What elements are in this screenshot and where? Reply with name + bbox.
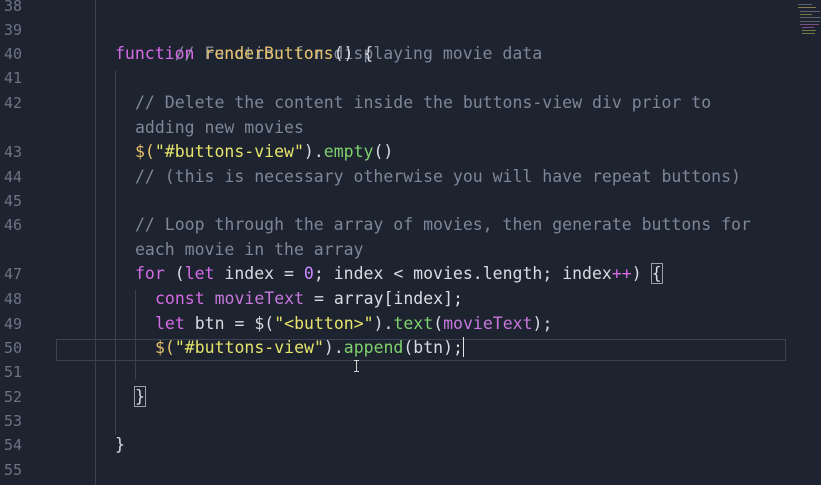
- minimap-line: [802, 30, 816, 31]
- text-caret: [462, 337, 464, 357]
- punctuation: (): [373, 142, 394, 161]
- code-line-47: for (let index = 0; index < movies.lengt…: [135, 262, 663, 286]
- operator: ++: [611, 264, 632, 283]
- code-line-44: // (this is necessary otherwise you will…: [135, 165, 741, 189]
- comment: // Delete the content inside the buttons…: [135, 93, 712, 112]
- variable: movieText: [443, 314, 533, 333]
- punctuation: btn = $(: [184, 314, 275, 333]
- code-editor[interactable]: 38 39 40 41 42 43 44 45 46 47 48 49 50 5…: [0, 0, 821, 485]
- minimap-line: [800, 17, 821, 18]
- variable: movieText: [214, 289, 305, 308]
- code-line-40: function renderButtons() {: [115, 42, 373, 66]
- punctuation: (: [164, 264, 185, 283]
- method: text: [393, 314, 434, 333]
- comment: // Loop through the array of movies, the…: [135, 215, 751, 234]
- code-line-52: }: [134, 385, 146, 409]
- minimap-line: [802, 33, 815, 34]
- punctuation: ): [631, 264, 652, 283]
- function-name: renderButtons: [204, 44, 334, 63]
- string: "<button>": [274, 314, 374, 333]
- minimap-line: [800, 14, 812, 15]
- string: "#buttons-view": [154, 142, 304, 161]
- punctuation: (: [433, 314, 444, 333]
- code-line-46-wrap: each movie in the array: [135, 238, 363, 262]
- string: "#buttons-view": [174, 338, 324, 357]
- code-line-42: // Delete the content inside the buttons…: [135, 91, 711, 115]
- minimap-line: [802, 27, 814, 28]
- punctuation: = array[index];: [304, 289, 463, 308]
- punctuation: ; index < movies.length; index: [313, 264, 612, 283]
- keyword: function: [115, 44, 195, 63]
- keyword: for: [135, 264, 165, 283]
- punctuation: ).: [303, 142, 324, 161]
- punctuation: (btn);: [403, 338, 463, 357]
- comment: adding new movies: [135, 118, 304, 137]
- punctuation: () {: [333, 44, 374, 63]
- code-line-43: $("#buttons-view").empty(): [135, 140, 393, 164]
- minimap-line: [800, 21, 820, 22]
- code-line-42-wrap: adding new movies: [135, 116, 304, 140]
- minimap[interactable]: [795, 0, 821, 40]
- code-line-48: const movieText = array[index];: [155, 287, 463, 311]
- keyword: const: [155, 289, 205, 308]
- jquery-call: $(: [135, 142, 155, 161]
- punctuation: }: [115, 435, 125, 454]
- code-line-49: let btn = $("<button>").text(movieText);: [155, 312, 552, 336]
- matched-bracket: {: [650, 263, 663, 284]
- minimap-line: [800, 11, 820, 12]
- jquery-call: $(: [155, 338, 175, 357]
- punctuation: index =: [214, 264, 304, 283]
- code-line-50: $("#buttons-view").append(btn);: [155, 336, 464, 360]
- method: append: [343, 338, 404, 357]
- punctuation: ).: [323, 338, 344, 357]
- minimap-line: [798, 4, 812, 5]
- comment: // (this is necessary otherwise you will…: [135, 167, 741, 186]
- code-line-39: // Function for displaying movie data: [115, 18, 543, 63]
- matched-bracket: }: [134, 386, 146, 407]
- code-area[interactable]: // Function for displaying movie data fu…: [0, 0, 821, 485]
- punctuation: ).: [373, 314, 394, 333]
- mouse-ibeam-cursor-icon: [354, 360, 360, 372]
- punctuation: );: [532, 314, 553, 333]
- comment: each movie in the array: [135, 240, 364, 259]
- minimap-line: [800, 24, 819, 25]
- code-line-54: }: [115, 433, 125, 457]
- number: 0: [303, 264, 314, 283]
- keyword: let: [155, 314, 185, 333]
- method: empty: [323, 142, 374, 161]
- minimap-line: [798, 7, 816, 8]
- keyword: let: [184, 264, 215, 283]
- code-line-46: // Loop through the array of movies, the…: [135, 213, 751, 237]
